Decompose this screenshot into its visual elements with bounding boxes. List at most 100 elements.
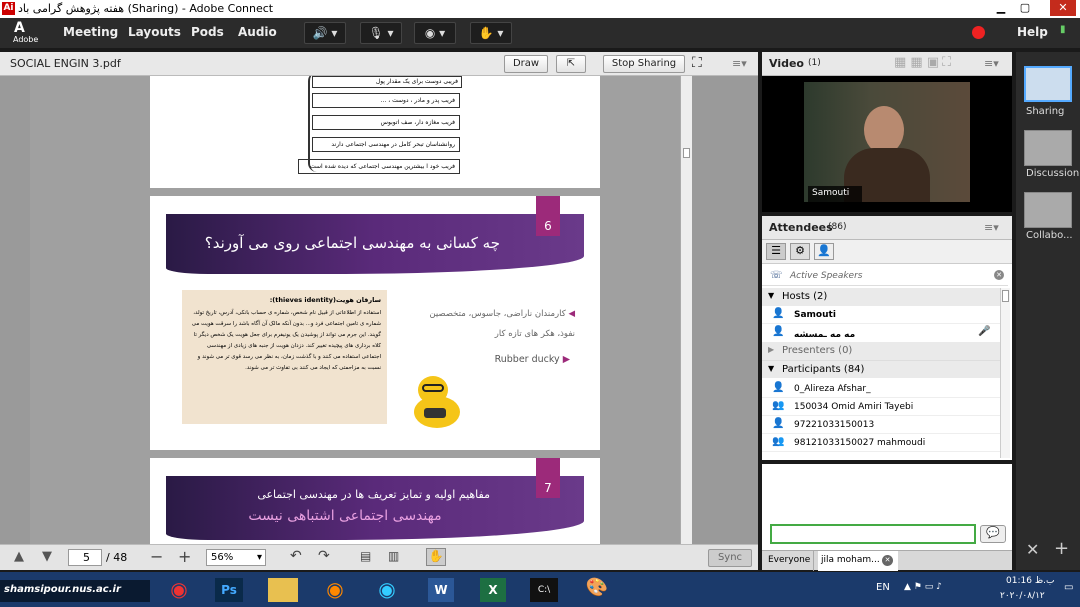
layout-collaboration-thumbnail[interactable]	[1024, 192, 1072, 228]
attendees-scrollbar[interactable]	[1000, 288, 1010, 458]
notifications-icon[interactable]: ▭	[1064, 582, 1073, 593]
taskbar-date: ۲۰۲۰/۰۸/۱۲	[1000, 591, 1045, 601]
slide-6-bullet: ◀ کارمندان ناراضی، جاسوس، متخصصین نفوذ، …	[429, 309, 575, 339]
layout-sharing-label[interactable]: Sharing	[1026, 106, 1064, 117]
participants-section[interactable]: ▼ Participants (84)	[762, 360, 1000, 378]
microphone-button[interactable]: 🎙 ▾	[360, 22, 402, 44]
close-window-button[interactable]: ✕	[1050, 0, 1076, 16]
menu-audio[interactable]: Audio	[238, 25, 277, 39]
speaker-button[interactable]: 🔊 ▾	[304, 22, 346, 44]
scroll-thumb[interactable]	[683, 148, 690, 158]
attendee-row[interactable]: 👤 0_Alireza Afshar_	[762, 380, 1000, 398]
attendees-count: (86)	[828, 222, 847, 232]
close-icon[interactable]: ✕	[994, 270, 1004, 280]
zoom-select[interactable]: 56% ▾	[206, 549, 266, 566]
hosts-label: Hosts (2)	[782, 291, 828, 302]
webcam-feed	[804, 82, 970, 202]
previous-page-icon[interactable]: ▲	[14, 549, 24, 564]
video-layout-icon[interactable]: ▦ ▦ ▣	[894, 55, 939, 70]
video-name-label: Samouti	[808, 186, 862, 202]
slide-6: چه کسانی به مهندسی اجتماعی روی می آورند؟…	[150, 196, 600, 450]
document-scrollbar[interactable]	[680, 76, 692, 544]
paint-icon[interactable]: 🎨	[582, 577, 612, 605]
attendee-row[interactable]: 👤 97221033150013	[762, 416, 1000, 434]
next-page-icon[interactable]: ▼	[42, 549, 52, 564]
pod-options-icon[interactable]: ≡▾	[984, 221, 999, 234]
breakout-view-icon[interactable]: ⚙	[790, 243, 810, 260]
single-page-icon[interactable]: ▤	[360, 549, 371, 563]
slide-5-item: فریب مغازه دار، صف اتوبوس	[312, 115, 460, 130]
draw-button[interactable]: Draw	[504, 55, 548, 73]
pod-options-icon[interactable]: ≡▾	[984, 57, 999, 70]
status-button[interactable]: ✋ ▾	[470, 22, 512, 44]
add-layout-icon[interactable]: +	[1054, 538, 1069, 559]
user-icon: 👥	[772, 400, 785, 411]
maximize-button[interactable]: ▢	[1014, 0, 1036, 16]
chrome-icon[interactable]: ◉	[160, 577, 198, 605]
pod-options-icon[interactable]: ≡▾	[732, 57, 747, 70]
language-indicator[interactable]: EN	[876, 582, 890, 593]
terminal-icon[interactable]: C:\	[530, 578, 558, 602]
file-explorer-icon[interactable]	[268, 578, 298, 602]
fullscreen-video-icon[interactable]: ⛶	[942, 55, 951, 70]
share-pod: SOCIAL ENGIN 3.pdf Draw ⇱ Stop Sharing ⛶…	[0, 52, 758, 570]
rotate-right-icon[interactable]: ↷	[318, 548, 330, 564]
minimize-button[interactable]: ▁	[990, 0, 1012, 16]
excel-icon[interactable]: X	[480, 578, 506, 602]
send-message-icon[interactable]: 💬	[980, 525, 1006, 543]
slide-6-title: چه کسانی به مهندسی اجتماعی روی می آورند؟	[204, 234, 500, 252]
edge-icon[interactable]: ◉	[372, 577, 402, 605]
tray-icons[interactable]: ▲ ⚑ ▭ ♪	[904, 582, 942, 592]
attendee-row[interactable]: 👥 98121033150027 mahmoudi	[762, 434, 1000, 452]
video-count: (1)	[808, 58, 821, 68]
scroll-thumb[interactable]	[1002, 290, 1009, 302]
active-speakers-row: ☏ Active Speakers ✕	[762, 268, 1008, 286]
layout-discussion-label[interactable]: Discussion	[1026, 168, 1079, 179]
presenters-label: Presenters (0)	[782, 345, 853, 356]
page-number-input[interactable]: 5	[68, 549, 102, 566]
pointer-button[interactable]: ⇱	[556, 55, 586, 73]
hand-tool-icon[interactable]: ✋	[426, 548, 446, 566]
hosts-section[interactable]: ▼ Hosts (2)	[762, 288, 1000, 306]
layout-collaboration-label[interactable]: Collabo...	[1026, 230, 1073, 241]
attendee-name: 0_Alireza Afshar_	[794, 384, 871, 394]
stop-sharing-button[interactable]: Stop Sharing	[603, 55, 685, 73]
chat-pod: 💬 Everyone jila moham... ✕	[762, 464, 1012, 571]
attendee-row[interactable]: 👤 مه مه ـمسشه 🎤	[762, 324, 1000, 340]
chat-input[interactable]	[770, 524, 976, 544]
menu-help[interactable]: Help	[1017, 25, 1048, 39]
photoshop-icon[interactable]: Ps	[215, 578, 243, 602]
word-icon[interactable]: W	[428, 578, 454, 602]
layout-sharing-thumbnail[interactable]	[1024, 66, 1072, 102]
user-icon: 👤	[772, 382, 785, 393]
menu-pods[interactable]: Pods	[191, 25, 224, 39]
status-view-icon[interactable]: 👤	[814, 243, 834, 260]
close-tab-icon[interactable]: ✕	[882, 555, 893, 566]
attendee-row[interactable]: 👥 150034 Omid Amiri Tayebi	[762, 398, 1000, 416]
presenters-section[interactable]: ▶ Presenters (0)	[762, 342, 1000, 360]
adobe-logo-icon: A	[14, 20, 25, 36]
layout-sidebar: Sharing Discussion Collabo... ✕ +	[1016, 52, 1080, 570]
identity-thieves-title: سارقان هویت(thieves identity):	[269, 296, 381, 304]
list-view-icon[interactable]: ☰	[766, 243, 786, 260]
attendee-name: 98121033150027 mahmoudi	[794, 438, 926, 448]
attendee-name: مه مه ـمسشه	[794, 330, 856, 340]
fit-page-icon[interactable]: ▥	[388, 549, 399, 563]
menu-layouts[interactable]: Layouts	[128, 25, 181, 39]
attendee-view-toolbar: ☰ ⚙ 👤	[762, 240, 1012, 264]
fullscreen-icon[interactable]: ⛶	[692, 55, 702, 71]
rotate-left-icon[interactable]: ↶	[290, 548, 302, 564]
camera-button[interactable]: ◉ ▾	[414, 22, 456, 44]
bullet-arrow-icon: ▶	[562, 354, 570, 365]
firefox-icon[interactable]: ◉	[320, 577, 350, 605]
slide-7: مفاهیم اولیه و تمایز تعریف ها در مهندسی …	[150, 458, 600, 544]
zoom-out-icon[interactable]: −	[150, 547, 163, 566]
menu-meeting[interactable]: Meeting	[63, 25, 118, 39]
layout-discussion-thumbnail[interactable]	[1024, 130, 1072, 166]
tools-icon[interactable]: ✕	[1026, 540, 1039, 559]
zoom-in-icon[interactable]: +	[178, 547, 191, 566]
chat-tab-everyone[interactable]: Everyone	[762, 551, 814, 571]
sync-button[interactable]: Sync	[708, 549, 752, 567]
attendee-row[interactable]: 👤 Samouti	[762, 306, 1000, 324]
document-filename: SOCIAL ENGIN 3.pdf	[10, 57, 121, 70]
